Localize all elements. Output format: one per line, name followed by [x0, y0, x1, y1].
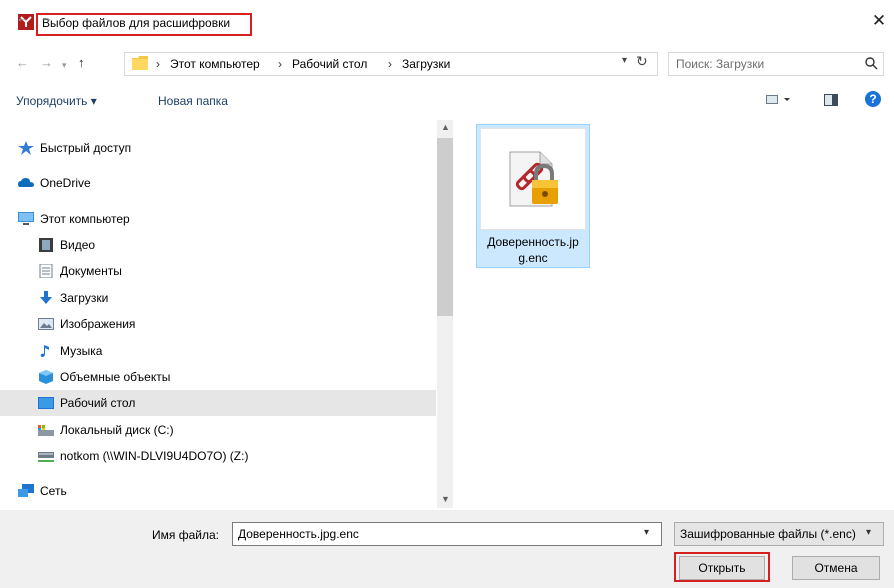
cube-icon: [39, 370, 53, 384]
breadcrumb-separator: ›: [156, 57, 160, 71]
sidebar-item-label: Объемные объекты: [60, 370, 171, 384]
file-name: Доверенность.jp g.enc: [478, 234, 588, 266]
sidebar-item-label: Загрузки: [60, 291, 109, 305]
sidebar-item-desktop[interactable]: Рабочий стол: [0, 390, 436, 416]
help-icon[interactable]: ?: [864, 90, 882, 108]
sidebar-item-network[interactable]: Сеть: [0, 478, 436, 504]
chevron-down-icon[interactable]: ▾: [62, 60, 67, 71]
sidebar-item-quick-access[interactable]: Быстрый доступ: [0, 135, 436, 161]
video-icon: [39, 238, 53, 252]
filename-value[interactable]: Доверенность.jpg.enc: [238, 527, 359, 541]
breadcrumb-separator: ›: [278, 57, 282, 71]
sidebar-item-label: Видео: [60, 238, 96, 252]
sidebar-item-video[interactable]: Видео: [0, 232, 436, 258]
refresh-icon[interactable]: ↻: [636, 53, 648, 70]
forward-arrow-icon[interactable]: →: [40, 10, 53, 25]
close-icon[interactable]: ✕: [868, 10, 890, 32]
drive-icon: [38, 425, 54, 436]
sidebar-item-label: Изображения: [60, 317, 136, 331]
folder-icon: [132, 56, 148, 70]
sidebar-item-label: Документы: [60, 264, 122, 278]
command-bar: [0, 84, 894, 118]
up-arrow-icon[interactable]: ↑: [78, 55, 85, 70]
sidebar-item-label: Рабочий стол: [60, 396, 136, 410]
sidebar-item-local-disk[interactable]: Локальный диск (C:): [0, 417, 436, 443]
breadcrumb-desktop[interactable]: Рабочий стол: [292, 57, 367, 71]
chevron-down-icon[interactable]: ▼: [441, 494, 450, 504]
preview-pane-icon[interactable]: [824, 94, 838, 106]
sidebar-item-this-pc[interactable]: Этот компьютер: [0, 206, 436, 232]
sidebar-item-network-drive[interactable]: notkom (\\WIN-DLVI9U4DO7O) (Z:): [0, 443, 436, 469]
sidebar-item-label: notkom (\\WIN-DLVI9U4DO7O) (Z:): [60, 449, 249, 463]
sidebar-item-label: Локальный диск (C:): [60, 423, 174, 437]
search-icon[interactable]: [864, 56, 878, 70]
back-arrow-icon[interactable]: ←: [16, 55, 29, 70]
network-drive-icon: [38, 452, 54, 462]
desktop-icon: [38, 397, 54, 409]
sidebar-item-label: OneDrive: [40, 176, 91, 190]
cancel-button[interactable]: Отмена: [792, 556, 880, 580]
sidebar-item-3d-objects[interactable]: Объемные объекты: [0, 364, 436, 390]
sidebar-item-documents[interactable]: Документы: [0, 258, 436, 284]
sidebar-item-music[interactable]: Музыка: [0, 338, 436, 364]
sidebar-item-downloads[interactable]: Загрузки: [0, 285, 436, 311]
search-placeholder: Поиск: Загрузки: [676, 57, 765, 71]
breadcrumb-this-pc[interactable]: Этот компьютер: [170, 57, 260, 71]
breadcrumb-downloads[interactable]: Загрузки: [402, 57, 450, 71]
sidebar-item-onedrive[interactable]: OneDrive: [0, 170, 436, 196]
sidebar-item-label: Этот компьютер: [40, 212, 130, 226]
star-icon: [18, 141, 34, 155]
chevron-down-icon[interactable]: ▾: [644, 527, 649, 538]
new-folder-button[interactable]: Новая папка: [158, 94, 228, 108]
image-icon: [38, 318, 54, 330]
cloud-icon: [18, 178, 34, 187]
encrypted-file-icon: [509, 151, 558, 207]
sidebar-item-images[interactable]: Изображения: [0, 311, 436, 337]
file-name-line: Доверенность.jp: [487, 235, 579, 249]
chevron-down-icon[interactable]: ▾: [622, 55, 627, 66]
svg-text:?: ?: [869, 92, 876, 106]
file-name-line: g.enc: [518, 251, 548, 265]
download-icon: [40, 291, 52, 304]
computer-icon: [18, 212, 34, 225]
window-title: Выбор файлов для расшифровки: [42, 16, 231, 30]
document-icon: [39, 264, 53, 278]
sidebar-item-label: Музыка: [60, 344, 103, 358]
forward-arrow-icon[interactable]: →: [40, 55, 53, 70]
open-button[interactable]: Открыть: [679, 556, 765, 580]
organize-button[interactable]: Упорядочить ▾: [16, 94, 97, 108]
breadcrumb-separator: ›: [388, 57, 392, 71]
navigation-pane: Быстрый доступ OneDrive Этот компьютер В…: [0, 120, 436, 508]
scrollbar-thumb[interactable]: [437, 138, 453, 316]
network-icon: [18, 484, 34, 497]
back-arrow-icon[interactable]: ←: [16, 10, 29, 25]
file-type-value[interactable]: Зашифрованные файлы (*.enc): [680, 527, 866, 541]
chevron-down-icon[interactable]: ▾: [866, 527, 871, 538]
sidebar-item-label: Быстрый доступ: [40, 141, 132, 155]
view-options-icon[interactable]: [766, 94, 792, 106]
filename-label: Имя файла:: [152, 528, 219, 542]
chevron-up-icon[interactable]: ▲: [441, 122, 450, 132]
music-icon: [40, 345, 49, 357]
sidebar-item-label: Сеть: [40, 484, 67, 498]
